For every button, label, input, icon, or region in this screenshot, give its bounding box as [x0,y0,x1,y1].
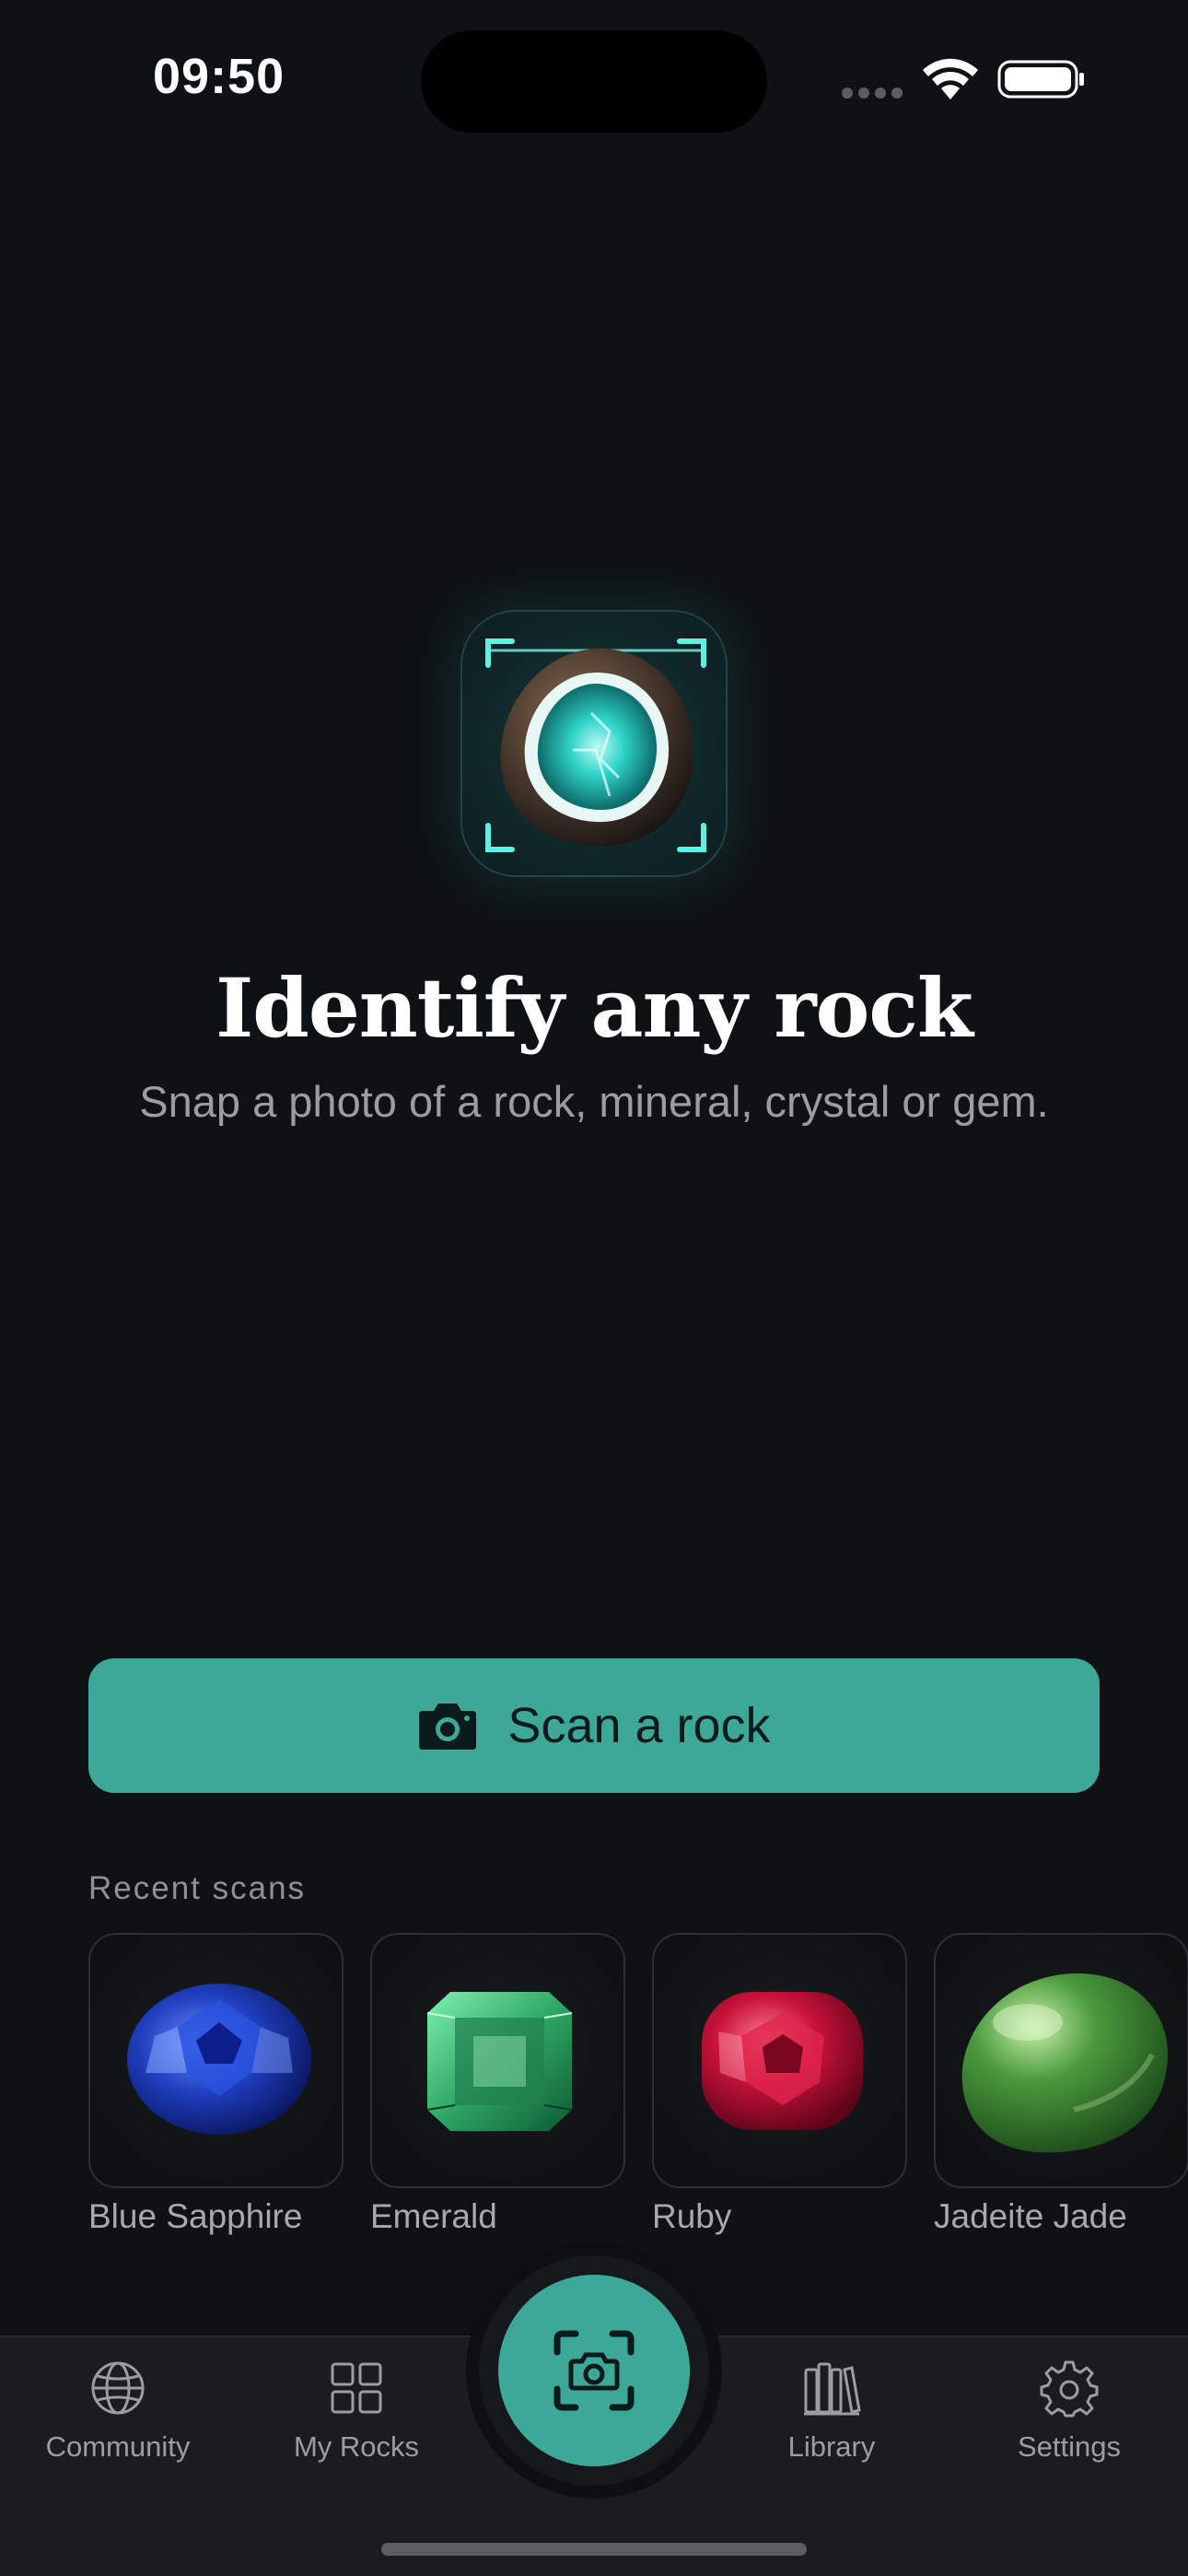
emerald-image [426,1992,573,2131]
recent-scan-card[interactable] [370,1933,625,2188]
tab-scan-button[interactable] [498,2275,690,2466]
recent-scans-heading: Recent scans [88,1870,307,1906]
blue-sapphire-image [127,1984,311,2135]
ruby-image [702,1992,863,2130]
jadeite-jade-image [961,1973,1169,2153]
dynamic-island [421,30,767,133]
tab-community[interactable]: Community [17,2359,219,2488]
status-time: 09:50 [153,49,285,104]
recent-scan-card[interactable] [934,1933,1188,2188]
recent-scan-name: Ruby [652,2197,732,2235]
recent-scan-card[interactable] [652,1933,907,2188]
grid-icon [331,2362,382,2414]
geode-scan-icon [460,610,728,877]
recent-scan-name: Emerald [370,2197,497,2235]
camera-icon [419,1704,477,1750]
recent-scan-name: Blue Sapphire [88,2197,303,2235]
tab-community-label: Community [45,2430,191,2463]
recent-scan-card[interactable] [88,1933,344,2188]
tab-settings[interactable]: Settings [968,2359,1171,2488]
books-icon [804,2362,861,2416]
recent-scan-name: Jadeite Jade [934,2197,1127,2235]
battery-icon [997,60,1084,99]
tab-settings-label: Settings [1017,2430,1121,2463]
tab-my-rocks-label: My Rocks [293,2430,420,2463]
tab-library-label: Library [787,2430,876,2463]
wifi-icon [923,58,978,100]
scan-button-label: Scan a rock [507,1698,771,1753]
hero-title: Identify any rock [215,960,973,1056]
gear-icon [1040,2360,1099,2418]
globe-icon [91,2361,145,2415]
cellular-signal-icon [842,88,903,99]
camera-scan-icon [553,2330,635,2411]
scan-a-rock-button[interactable]: Scan a rock [88,1658,1100,1793]
home-screen: 09:50 Identify any rock Snap a photo of … [0,0,1188,2576]
tab-my-rocks[interactable]: My Rocks [255,2359,458,2488]
home-indicator [381,2543,807,2556]
hero-subtitle: Snap a photo of a rock, mineral, crystal… [139,1077,1049,1126]
tab-library[interactable]: Library [730,2359,933,2488]
